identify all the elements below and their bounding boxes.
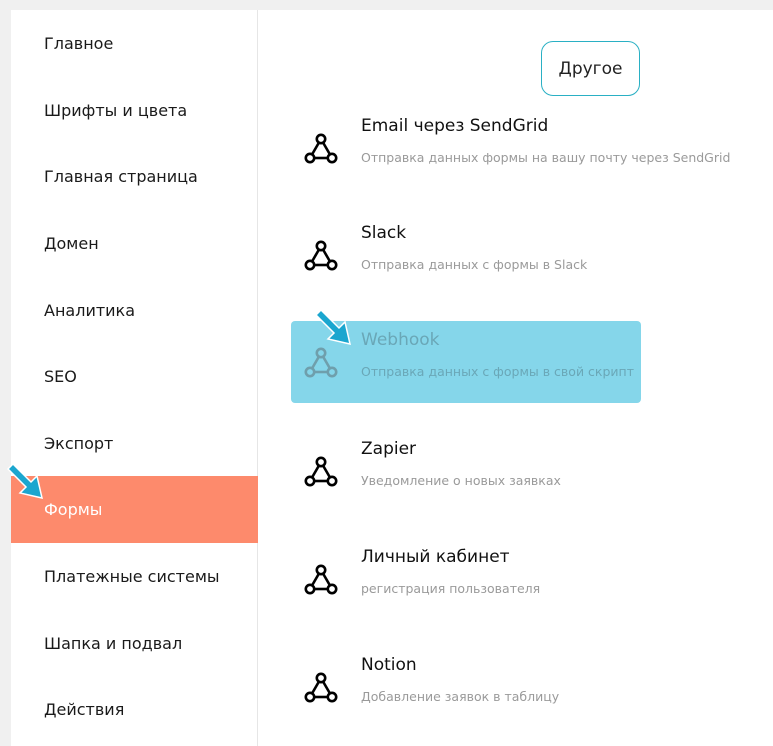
sidebar-item-forms[interactable]: Формы [11, 476, 258, 543]
pointer-arrow-icon [6, 462, 43, 499]
sidebar-item-home-page[interactable]: Главная страница [11, 143, 258, 210]
sidebar-item-analytics[interactable]: Аналитика [11, 277, 258, 344]
sidebar-item-label: Действия [44, 700, 125, 719]
integration-nodes-icon [304, 240, 338, 271]
sidebar-item-domain[interactable]: Домен [11, 210, 258, 277]
sidebar-item-export[interactable]: Экспорт [11, 410, 258, 477]
integration-slack[interactable]: Slack Отправка данных с формы в Slack [291, 214, 641, 296]
sidebar-item-payment-systems[interactable]: Платежные системы [11, 543, 258, 610]
sidebar: Главное Шрифты и цвета Главная страница … [11, 10, 258, 746]
integration-nodes-icon [304, 347, 338, 378]
sidebar-item-label: Главная страница [44, 167, 198, 186]
integration-description: Отправка данных с формы в Slack [361, 257, 588, 272]
integration-sendgrid[interactable]: Email через SendGrid Отправка данных фор… [291, 107, 730, 189]
integration-personal-account[interactable]: Личный кабинет регистрация пользователя [291, 538, 641, 620]
integration-title: Webhook [361, 330, 440, 350]
integration-title: Личный кабинет [361, 547, 510, 567]
integration-nodes-icon [304, 564, 338, 595]
integration-zapier[interactable]: Zapier Уведомление о новых заявках [291, 430, 641, 512]
sidebar-item-label: Домен [44, 234, 99, 253]
integration-description: регистрация пользователя [361, 581, 541, 596]
integration-description: Уведомление о новых заявках [361, 473, 561, 488]
sidebar-item-header-footer[interactable]: Шапка и подвал [11, 610, 258, 677]
integration-notion[interactable]: Notion Добавление заявок в таблицу [291, 646, 641, 728]
integrations-content: Другое Email через SendGrid Отправка дан… [259, 10, 773, 746]
sidebar-item-label: Шапка и подвал [44, 634, 183, 653]
integration-title: Slack [361, 223, 407, 243]
integration-description: Отправка данных с формы в свой скрипт [361, 364, 634, 379]
sidebar-item-actions[interactable]: Действия [11, 676, 258, 743]
sidebar-item-label: Платежные системы [44, 567, 220, 586]
category-other-button[interactable]: Другое [541, 41, 640, 96]
integration-title: Notion [361, 655, 417, 675]
integration-nodes-icon [304, 133, 338, 164]
integration-nodes-icon [304, 672, 338, 703]
sidebar-item-seo[interactable]: SEO [11, 343, 258, 410]
integration-title: Zapier [361, 439, 417, 459]
pointer-arrow-icon [314, 308, 351, 345]
integration-nodes-icon [304, 456, 338, 487]
sidebar-item-label: Шрифты и цвета [44, 101, 188, 120]
sidebar-item-fonts-colors[interactable]: Шрифты и цвета [11, 77, 258, 144]
sidebar-item-main[interactable]: Главное [11, 10, 258, 77]
sidebar-item-label: Аналитика [44, 301, 136, 320]
settings-panel: Главное Шрифты и цвета Главная страница … [11, 10, 773, 746]
sidebar-item-label: Экспорт [44, 434, 114, 453]
integration-title: Email через SendGrid [361, 116, 549, 136]
sidebar-item-label: SEO [44, 367, 77, 386]
integration-description: Отправка данных формы на вашу почту чере… [361, 150, 731, 165]
sidebar-item-label: Формы [44, 500, 103, 519]
sidebar-item-label: Главное [44, 34, 114, 53]
integration-description: Добавление заявок в таблицу [361, 689, 560, 704]
